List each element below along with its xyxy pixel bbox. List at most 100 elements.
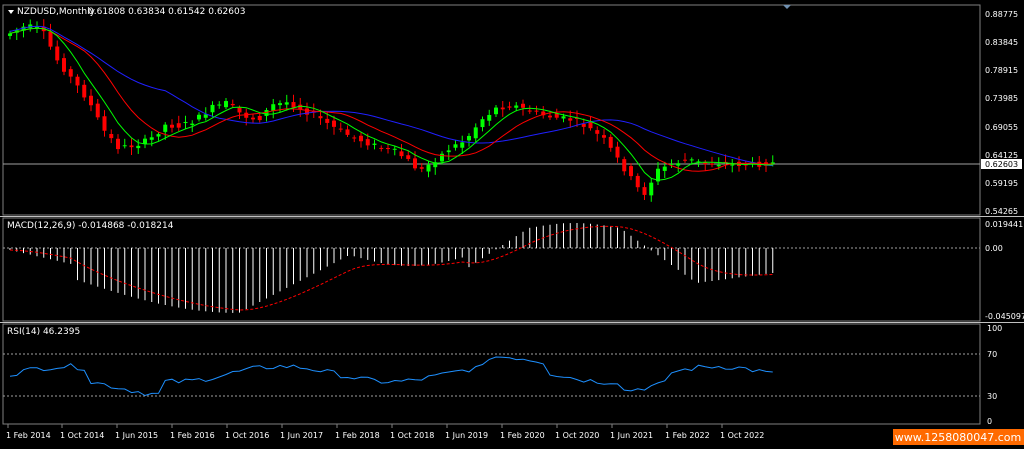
candle-body [413, 158, 417, 169]
time-tick-label: 1 Oct 2014 [60, 431, 104, 440]
price-tick: 0.69055 [985, 123, 1018, 132]
candle-body [521, 103, 525, 108]
time-axis[interactable]: 1 Feb 2014 1 Oct 2014 1 Jun 2015 1 Feb 2016… [6, 424, 764, 440]
candle-body [251, 117, 255, 120]
candle-body [156, 134, 161, 137]
candle-body [109, 134, 114, 139]
rsi-tick: 100 [987, 324, 1002, 333]
candle-body [129, 145, 134, 148]
macd-scale[interactable]: 0.019441 0.00 -0.045097 [985, 220, 1024, 321]
candle-body [568, 118, 573, 121]
candle-body [500, 107, 505, 110]
candle-body [392, 148, 397, 150]
candle-body [602, 135, 606, 138]
candle-body [608, 136, 613, 148]
candle-body [689, 159, 694, 161]
candle-body [662, 166, 667, 171]
candle-body [284, 102, 289, 105]
time-tick-label: 1 Oct 2018 [390, 431, 434, 440]
time-tick-label: 1 Feb 2014 [6, 431, 51, 440]
price-tick: 0.73985 [985, 94, 1018, 103]
symbol-label: NZDUSD,Monthly [17, 7, 96, 17]
candle-body [170, 124, 174, 128]
time-tick-label: 1 Feb 2020 [500, 431, 545, 440]
candle-body [548, 115, 552, 118]
candle-body [507, 106, 512, 108]
macd-tick: 0.00 [985, 244, 1003, 253]
candle-body [534, 110, 539, 112]
macd-panel-frame [2, 217, 981, 322]
candle-body [527, 110, 532, 112]
candle-body [426, 164, 431, 172]
candle-body [642, 187, 647, 195]
time-tick-label: 1 Oct 2020 [555, 431, 599, 440]
period-marker-icon [783, 5, 791, 9]
candle-body [338, 128, 343, 130]
mt4-chart-window[interactable]: NZDUSD,Monthly 0.61808 0.63834 0.61542 0… [0, 0, 1024, 445]
time-tick-label: 1 Jun 2021 [610, 431, 653, 440]
candle-body [122, 145, 127, 147]
rsi-scale[interactable]: 100 70 30 0 [987, 324, 1002, 426]
rsi-label: RSI(14) 46.2395 [7, 327, 80, 337]
ma-fast-line [9, 27, 773, 181]
candle-body [62, 58, 66, 72]
time-tick-label: 1 Jun 2015 [115, 431, 158, 440]
candle-body [143, 138, 147, 145]
rsi-tick: 70 [987, 350, 997, 359]
candle-body [8, 33, 12, 36]
candle-body [710, 163, 714, 165]
candle-body [332, 120, 336, 127]
time-tick-label: 1 Oct 2022 [720, 431, 764, 440]
moving-averages [9, 25, 773, 181]
main-panel-frame [2, 4, 981, 216]
candle-body [176, 123, 181, 128]
candle-body [278, 103, 282, 106]
candle-body [318, 116, 323, 119]
candle-body [480, 119, 485, 128]
candle-body [386, 148, 390, 150]
candle-body [116, 138, 120, 150]
candle-body [379, 147, 384, 149]
chart-canvas[interactable]: NZDUSD,Monthly 0.61808 0.63834 0.61542 0… [0, 0, 1024, 445]
candle-body [183, 121, 188, 124]
candle-body [716, 164, 721, 167]
price-tick: 0.88775 [985, 10, 1018, 19]
candle-body [588, 122, 593, 129]
candle-body [419, 167, 424, 169]
candle-body [635, 175, 640, 188]
time-tick-label: 1 Oct 2016 [225, 431, 269, 440]
candle-body [453, 144, 458, 148]
candle-body [467, 135, 471, 141]
candle-body [615, 146, 620, 158]
candle-body [237, 107, 242, 113]
candle-body [82, 84, 87, 98]
rsi-tick: 30 [987, 392, 997, 401]
ohlc-values: 0.61808 0.63834 0.61542 0.62603 [88, 7, 245, 17]
candle-body [298, 104, 303, 110]
candle-body [257, 116, 262, 121]
candle-body [136, 145, 141, 149]
macd-histogram [9, 223, 774, 313]
price-tick: 0.64125 [985, 151, 1018, 160]
candle-body [581, 123, 586, 127]
candle-body [683, 159, 687, 161]
candle-body [561, 116, 566, 119]
candle-body [163, 124, 168, 132]
candle-body [291, 102, 296, 108]
watermark-text: www.1258080047.com [895, 431, 1021, 444]
rsi-panel-frame [2, 323, 981, 425]
macd-tick: 0.019441 [985, 220, 1023, 229]
candle-body [75, 76, 80, 86]
candle-body [271, 104, 276, 111]
macd-tick: -0.045097 [985, 312, 1024, 321]
price-scale[interactable]: 0.88775 0.83845 0.78915 0.73985 0.69055 … [981, 10, 1022, 216]
candle-body [102, 116, 107, 131]
candle-body [649, 182, 654, 196]
candle-body [487, 114, 492, 121]
candle-body [629, 166, 633, 177]
dropdown-triangle-icon[interactable] [8, 10, 14, 14]
candle-body [230, 103, 235, 106]
candle-body [365, 139, 370, 146]
candle-body [210, 104, 215, 113]
time-tick-label: 1 Feb 2016 [170, 431, 215, 440]
